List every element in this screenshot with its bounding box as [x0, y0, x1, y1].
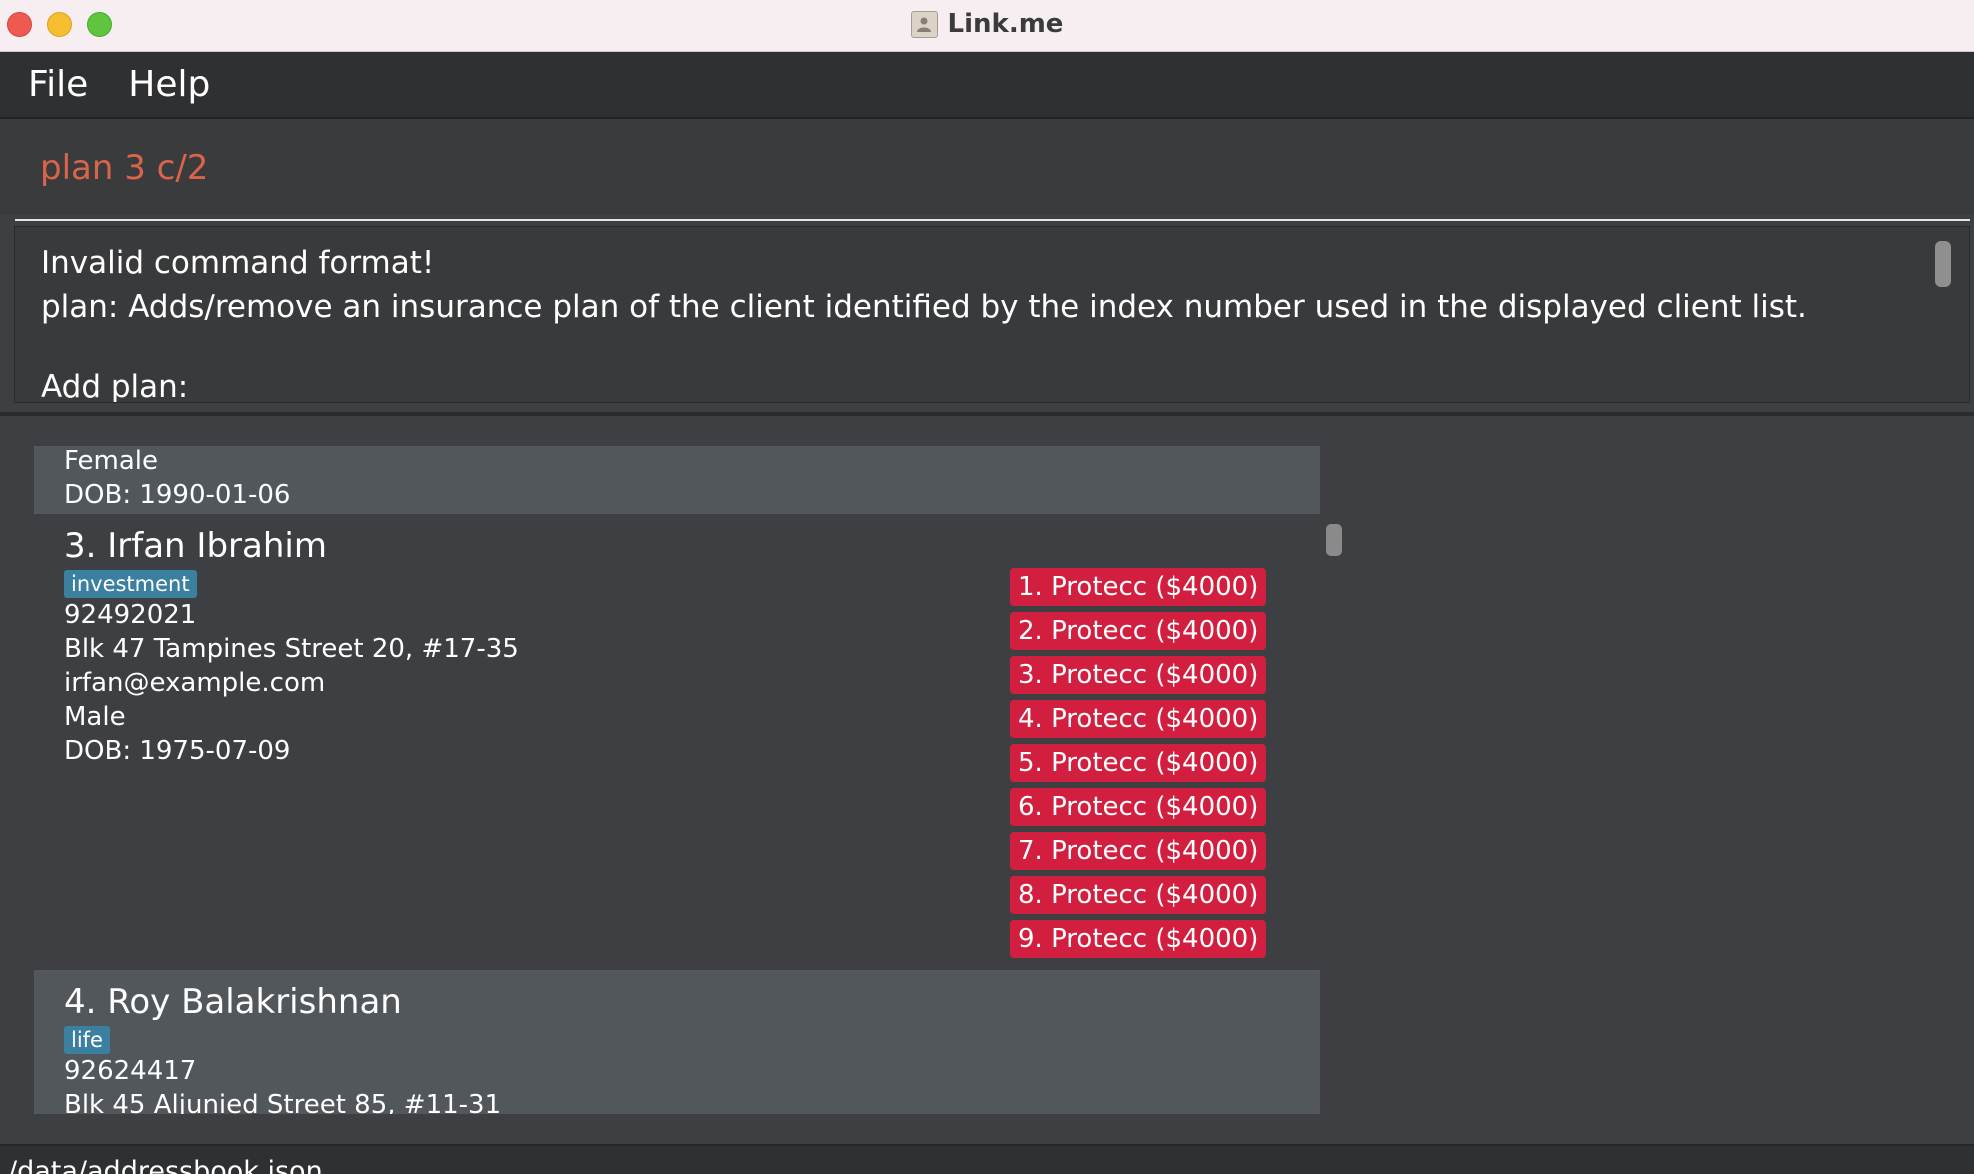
result-scrollbar[interactable]	[1935, 241, 1951, 287]
client-dob: DOB: 1990-01-06	[64, 480, 291, 510]
client-card-4[interactable]: 4. Roy Balakrishnan life 92624417 Blk 45…	[34, 970, 1320, 1114]
plan-badge: 6. Protecc ($4000)	[1010, 788, 1267, 826]
plan-badge: 2. Protecc ($4000)	[1010, 612, 1267, 650]
command-input[interactable]	[15, 141, 1970, 221]
command-box	[0, 119, 1974, 221]
client-tag: investment	[64, 570, 197, 598]
plan-badge: 7. Protecc ($4000)	[1010, 832, 1267, 870]
save-location-path: /data/addressbook.json	[8, 1156, 323, 1174]
client-plans: 1. Protecc ($4000) 2. Protecc ($4000) 3.…	[1010, 568, 1267, 964]
window-title: Link.me	[0, 6, 1974, 42]
plan-badge: 8. Protecc ($4000)	[1010, 876, 1267, 914]
menu-bar: File Help	[0, 52, 1974, 119]
plan-badge: 4. Protecc ($4000)	[1010, 700, 1267, 738]
result-line-usage: plan: Adds/remove an insurance plan of t…	[41, 289, 1807, 325]
client-gender: Female	[64, 446, 159, 476]
result-line-error: Invalid command format!	[41, 245, 435, 281]
result-display[interactable]: Invalid command format! plan: Adds/remov…	[14, 226, 1970, 403]
plan-badge: 9. Protecc ($4000)	[1010, 920, 1267, 958]
menu-file[interactable]: File	[28, 64, 88, 105]
menu-help[interactable]: Help	[128, 64, 210, 105]
plan-badge: 3. Protecc ($4000)	[1010, 656, 1267, 694]
client-list-scrollbar[interactable]	[1326, 524, 1342, 556]
plan-badge: 5. Protecc ($4000)	[1010, 744, 1267, 782]
client-name: 4. Roy Balakrishnan	[64, 982, 402, 1022]
client-card-2[interactable]: Female DOB: 1990-01-06	[34, 446, 1320, 514]
client-list[interactable]: Female DOB: 1990-01-06 3. Irfan Ibrahim …	[34, 446, 1320, 1114]
client-tag: life	[64, 1026, 110, 1054]
address-book-icon	[910, 10, 938, 38]
client-name: 3. Irfan Ibrahim	[64, 526, 327, 566]
client-list-panel: Female DOB: 1990-01-06 3. Irfan Ibrahim …	[0, 416, 1974, 1144]
result-line-add-plan: Add plan:	[41, 369, 189, 403]
window-title-bar: Link.me	[0, 0, 1974, 52]
result-blank-line	[41, 329, 1969, 365]
window-title-text: Link.me	[947, 9, 1064, 39]
plan-badge: 1. Protecc ($4000)	[1010, 568, 1267, 606]
client-card-3[interactable]: 3. Irfan Ibrahim investment 92492021 Blk…	[34, 514, 1320, 970]
client-address: Blk 45 Aljunied Street 85, #11-31	[64, 1090, 502, 1114]
status-bar: /data/addressbook.json	[0, 1144, 1974, 1174]
client-phone: 92624417	[64, 1056, 197, 1086]
